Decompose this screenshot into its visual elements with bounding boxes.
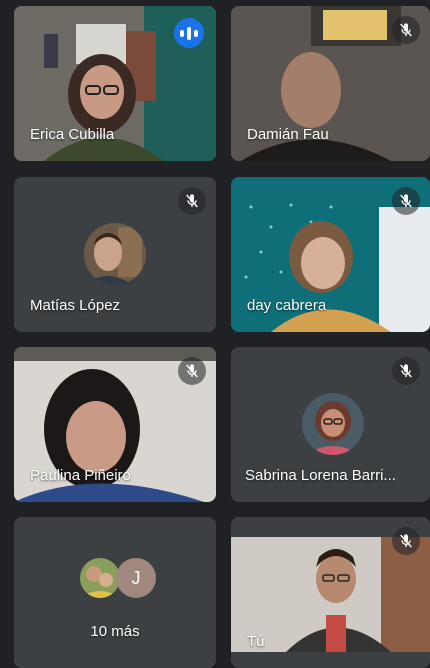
participant-tile-paulina[interactable]: Paulina Piñeiro	[14, 347, 216, 502]
mic-off-icon	[392, 187, 420, 215]
participant-tile-erica[interactable]: Erica Cubilla	[14, 6, 216, 161]
participant-tile-sabrina[interactable]: Sabrina Lorena Barri...	[231, 347, 430, 502]
participant-name: day cabrera	[247, 297, 327, 314]
participant-name: Matías López	[30, 297, 121, 314]
mic-off-icon	[392, 357, 420, 385]
participant-name: Tú	[247, 633, 265, 650]
mic-off-icon	[178, 357, 206, 385]
participant-name: Paulina Piñeiro	[30, 467, 131, 484]
mic-off-icon	[392, 527, 420, 555]
participant-name: Sabrina Lorena Barri...	[245, 467, 396, 484]
participant-name: Erica Cubilla	[30, 126, 115, 143]
avatar	[80, 558, 120, 598]
more-participants-tile[interactable]: J 10 más	[14, 517, 216, 668]
avatar-letter: J	[116, 558, 156, 598]
speaking-indicator-icon	[174, 18, 204, 48]
participant-tile-matias[interactable]: Matías López	[14, 177, 216, 332]
mic-off-icon	[392, 16, 420, 44]
more-count-label: 10 más	[90, 623, 140, 640]
avatar	[302, 393, 364, 455]
participant-tile-day[interactable]: day cabrera	[231, 177, 430, 332]
participant-tile-self[interactable]: Tú	[231, 517, 430, 668]
mic-off-icon	[178, 187, 206, 215]
participant-tile-damian[interactable]: Damián Fau	[231, 6, 430, 161]
avatar	[84, 223, 146, 285]
participant-name: Damián Fau	[247, 126, 329, 143]
